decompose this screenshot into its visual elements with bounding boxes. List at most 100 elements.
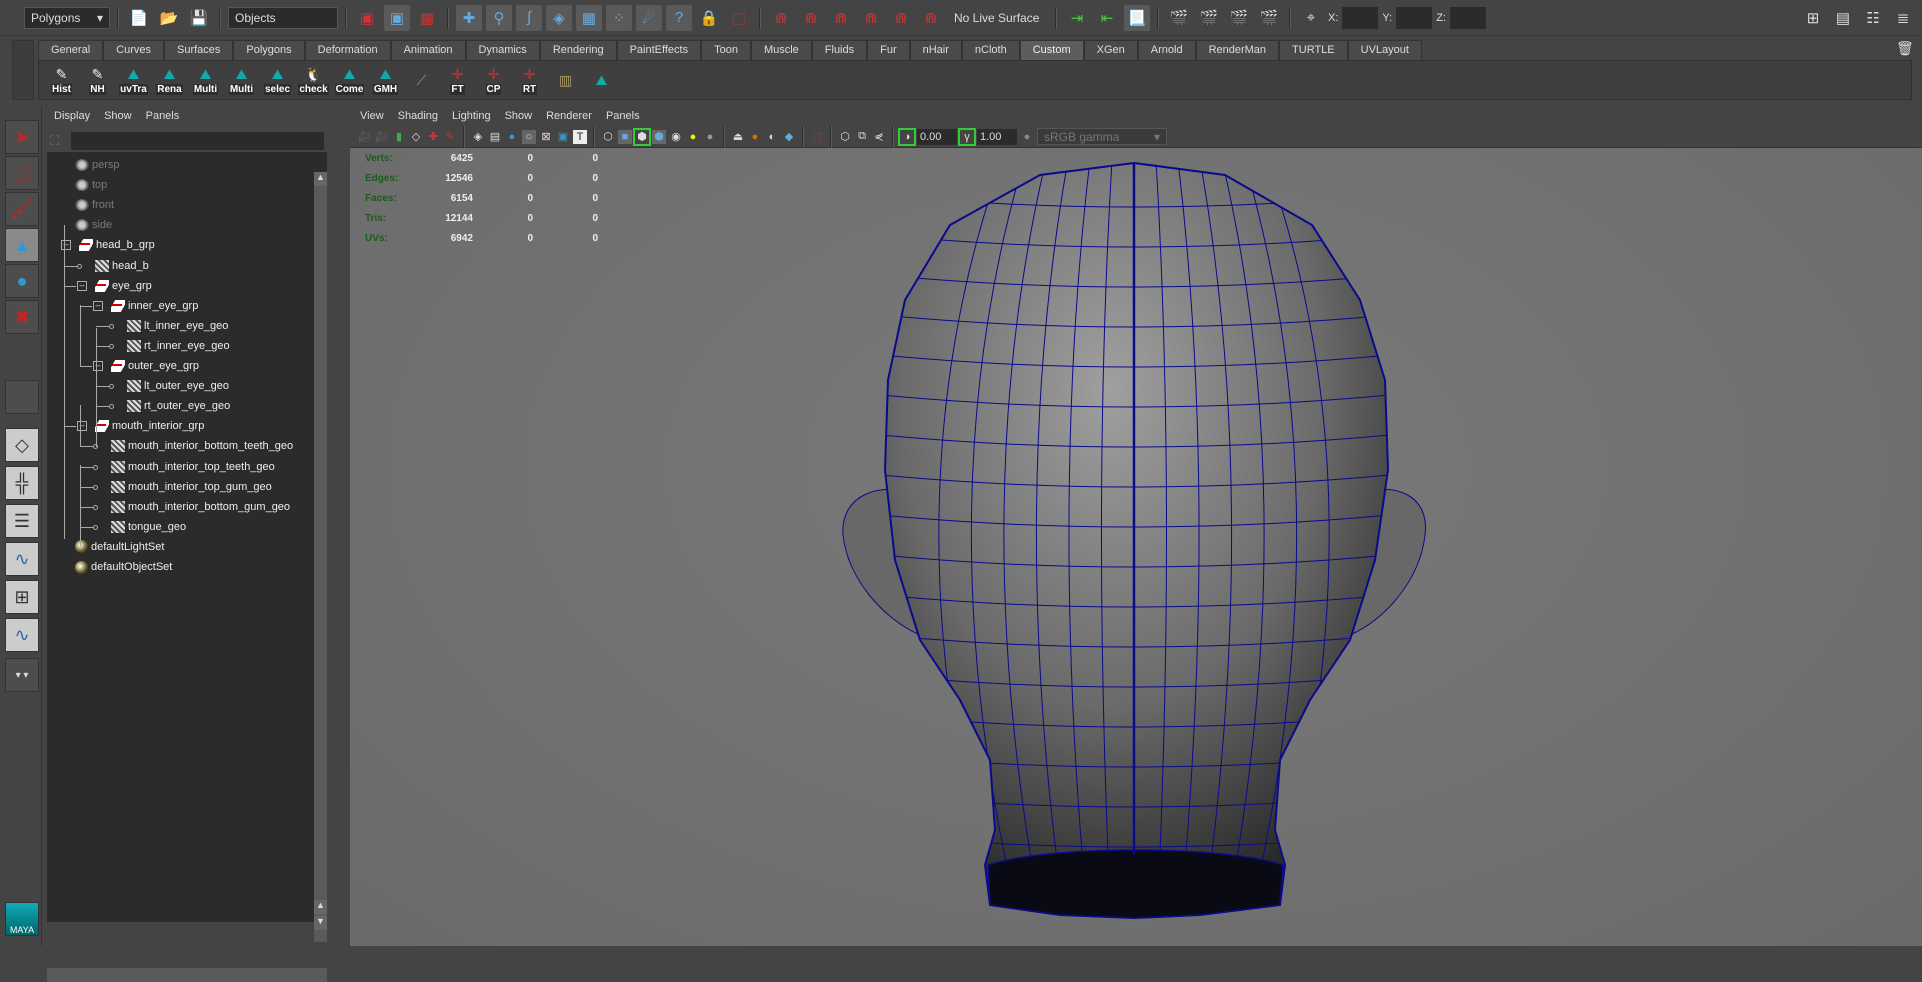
shelf-tab-turtle[interactable]: TURTLE [1279,40,1348,60]
shelf-button-tool-14[interactable]: ▥ [549,62,582,98]
view-transform-dropdown[interactable]: sRGB gamma ▾ [1037,128,1167,145]
mask-rendering-icon[interactable]: ☄ [636,4,662,31]
collapse-toggle[interactable]: – [61,240,71,251]
shelf-button-gmh-9[interactable]: ⛰ GMH [369,62,402,98]
gamma-icon[interactable]: γ [958,127,976,146]
mask-dynamics-icon[interactable]: ⁘ [606,4,632,31]
motion-blur-icon[interactable]: ● [748,130,762,144]
transform-input-icon[interactable]: ⌖ [1298,5,1324,31]
shelf-button-multi-5[interactable]: ⛰ Multi [225,62,258,98]
outliner-item[interactable]: lt_inner_eye_geo [127,316,228,336]
depth-of-field-icon[interactable]: ◆ [782,130,796,144]
textured-icon[interactable]: ◉ [669,130,683,144]
shelf-button-hist-0[interactable]: ✎ Hist [45,62,78,98]
scroll-up-icon[interactable]: ▲ [314,900,327,914]
outliner-item[interactable]: persp [75,155,120,175]
selection-mode-dropdown[interactable]: Objects [228,6,338,29]
shelf-tab-nhair[interactable]: nHair [909,40,962,60]
save-scene-icon[interactable]: 💾 [186,5,212,31]
screen-space-ao-icon[interactable]: ⏏ [731,130,745,144]
outliner-item[interactable]: front [75,195,114,215]
film-gate-icon[interactable]: ▤ [488,130,502,144]
outliner-item[interactable]: head_b [95,256,149,276]
shelf-button-tool-15[interactable]: ⛰ [585,62,618,98]
shelf-tab-general[interactable]: General [38,40,104,60]
snap-live-icon[interactable]: ⋒ [888,5,914,31]
share-icon[interactable]: ⋞ [872,130,886,144]
shelf-tab-custom[interactable]: Custom [1019,40,1084,60]
shelf-tab-muscle[interactable]: Muscle [750,40,812,60]
output-ops-icon[interactable]: ⇤ [1094,5,1120,31]
mask-deformations-icon[interactable]: ▦ [576,4,602,31]
shelf-button-cp-12[interactable]: ✛ CP [477,62,510,98]
tool-settings-icon[interactable]: ☷ [1860,5,1886,31]
mask-joints-icon[interactable]: ⚲ [486,4,512,31]
collapse-toggle[interactable]: – [77,421,87,432]
outliner-item[interactable]: mouth_interior_grp [95,416,204,436]
exposure-icon[interactable]: ◑ [898,127,916,146]
select-object-icon[interactable]: ▣ [384,4,410,31]
render-view-icon[interactable]: 🎬 [1166,5,1192,31]
viewport-menu-renderer[interactable]: Renderer [546,110,592,122]
shelf-button-selec-6[interactable]: ⛰ selec [261,62,294,98]
scroll-down-icon[interactable]: ▼ [314,916,327,930]
new-scene-icon[interactable]: 📄 [126,5,152,31]
scroll-up-icon[interactable]: ▲ [314,172,327,186]
safe-title-icon[interactable]: T [573,129,587,144]
grease-pencil-icon[interactable]: ✎ [443,130,457,144]
open-scene-icon[interactable]: 📂 [156,5,182,31]
wireframe-icon[interactable]: ⬡ [601,130,615,144]
outliner-item[interactable]: outer_eye_grp [111,356,199,376]
shelf-tab-curves[interactable]: Curves [103,40,164,60]
collapse-toggle[interactable]: – [93,361,103,371]
gate-mask-icon[interactable]: ○ [522,129,536,144]
last-tool-button[interactable] [5,380,39,414]
render-current-icon[interactable]: 🎬 [1196,5,1222,31]
viewport-menu-view[interactable]: View [360,110,384,122]
outliner-item[interactable]: inner_eye_grp [111,296,198,316]
layout-four-icon[interactable]: ╬ [5,466,39,500]
color-management-icon[interactable]: ● [1020,130,1034,144]
outliner-vertical-scrollbar[interactable]: ▲ ▲ ▼ [314,172,327,942]
mask-curves-icon[interactable]: ∫ [516,4,542,31]
outliner-horizontal-scrollbar[interactable] [47,968,327,982]
shelf-tab-ncloth[interactable]: nCloth [961,40,1020,60]
shelf-tab-rendering[interactable]: Rendering [539,40,617,60]
attribute-editor-icon[interactable]: ▤ [1830,5,1856,31]
trash-icon[interactable]: 🗑 [1896,40,1914,57]
exposure-field[interactable]: 0.00 [917,128,957,145]
outliner-item[interactable]: mouth_interior_bottom_teeth_geo [111,436,293,456]
shelf-button-ft-11[interactable]: ✛ FT [441,62,474,98]
snap-grid-icon[interactable]: ⋒ [768,5,794,31]
xray-joints-icon[interactable]: ⬡ [838,130,852,144]
lock-icon[interactable]: 🔒 [696,5,722,31]
select-component-icon[interactable]: ▦ [414,5,440,31]
outliner-item[interactable]: mouth_interior_top_gum_geo [111,477,272,497]
outliner-item[interactable]: lt_outer_eye_geo [127,376,229,396]
y-field[interactable] [1396,6,1433,29]
viewport-menu-shading[interactable]: Shading [398,110,438,122]
outliner-item[interactable]: mouth_interior_top_teeth_geo [111,457,275,477]
shelf-tab-toon[interactable]: Toon [701,40,751,60]
scale-tool-icon[interactable]: ✖ [5,300,39,334]
collapse-toggle[interactable]: – [93,300,103,311]
outliner-item[interactable]: rt_inner_eye_geo [127,336,230,356]
modeling-toolkit-icon[interactable]: ⊞ [1800,5,1826,31]
multisample-aa-icon[interactable]: ◐ [765,130,779,144]
shelf-tab-animation[interactable]: Animation [390,40,466,60]
make-live-icon[interactable]: ⋒ [918,5,944,31]
outliner-item[interactable]: top [75,175,107,195]
outliner-item[interactable]: rt_outer_eye_geo [127,396,230,416]
mask-handles-icon[interactable]: ✚ [456,4,482,31]
isolate-select-icon[interactable]: ⬚ [810,130,824,144]
select-tool-icon[interactable]: ➤ [5,120,39,154]
render-settings-icon[interactable]: 🎬 [1256,5,1282,31]
outliner-item[interactable]: mouth_interior_bottom_gum_geo [111,497,290,517]
z-field[interactable] [1449,6,1486,29]
shelf-tab-fluids[interactable]: Fluids [811,40,868,60]
highlight-selection-icon[interactable]: ⬚ [726,5,752,31]
outliner-item[interactable]: defaultObjectSet [75,557,172,577]
viewport-menu-lighting[interactable]: Lighting [452,110,491,122]
wireframe-on-shaded-icon[interactable]: ⬢ [633,127,651,146]
layout-hypershade-icon[interactable]: ⊞ [5,580,39,614]
